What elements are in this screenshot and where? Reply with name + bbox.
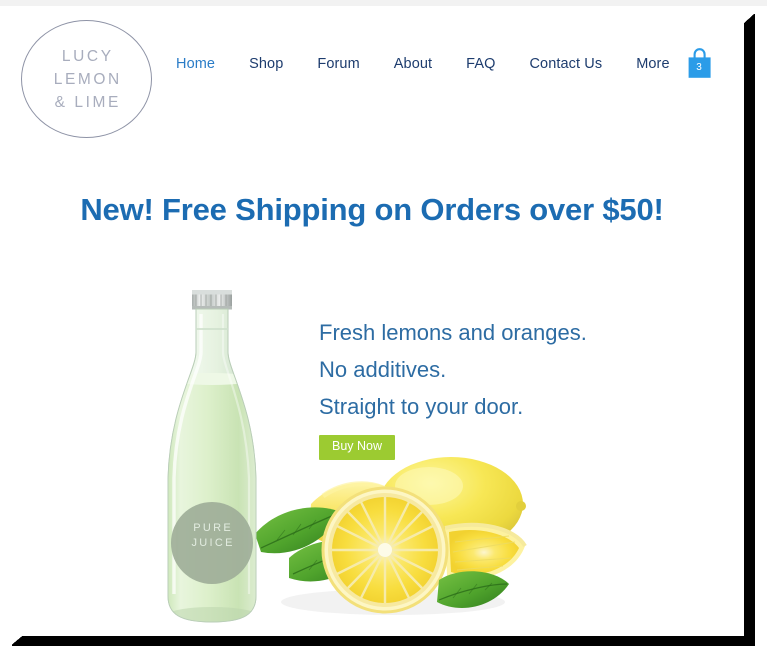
page-right-shadow [744, 14, 755, 643]
shopping-bag-icon [688, 48, 711, 78]
hero-line-2: No additives. [319, 357, 447, 382]
main-navigation: Home Shop Forum About FAQ Contact Us Mor… [176, 56, 670, 72]
logo-line-1: LUCY [61, 47, 114, 65]
nav-item-forum[interactable]: Forum [317, 56, 359, 72]
cart-button[interactable]: 3 [686, 47, 714, 81]
brand-logo[interactable]: LUCY LEMON & LIME [21, 20, 152, 138]
hero-copy-block: Fresh lemons and oranges. No additives. … [319, 314, 619, 460]
nav-item-shop[interactable]: Shop [249, 56, 283, 72]
top-chrome-strip [0, 0, 767, 6]
lemon-group-image [253, 446, 528, 621]
page-bottom-shadow [12, 636, 755, 646]
nav-item-faq[interactable]: FAQ [466, 56, 495, 72]
product-bottle-image: PURE JUICE [160, 278, 264, 630]
buy-now-button[interactable]: Buy Now [319, 435, 396, 460]
promo-banner: New! Free Shipping on Orders over $50! [0, 192, 744, 228]
hero-section: PURE JUICE Fresh lemons and oranges. No … [0, 256, 744, 639]
hero-line-1: Fresh lemons and oranges. [319, 320, 587, 345]
nav-item-about[interactable]: About [394, 56, 432, 72]
nav-item-home[interactable]: Home [176, 56, 215, 72]
lemons-and-leaves-illustration [255, 457, 527, 615]
hero-line-3: Straight to your door. [319, 394, 524, 419]
nav-item-contact-us[interactable]: Contact Us [529, 56, 602, 72]
site-header: LUCY LEMON & LIME Home Shop Forum About … [0, 6, 744, 154]
nav-item-more[interactable]: More [636, 56, 669, 72]
logo-line-3: & LIME [54, 93, 121, 111]
browser-screenshot: LUCY LEMON & LIME Home Shop Forum About … [0, 0, 767, 659]
logo-line-2: LEMON [53, 70, 122, 88]
page-canvas: LUCY LEMON & LIME Home Shop Forum About … [0, 6, 744, 639]
juice-bottle-illustration [167, 290, 257, 623]
promo-headline: New! Free Shipping on Orders over $50! [80, 192, 664, 227]
